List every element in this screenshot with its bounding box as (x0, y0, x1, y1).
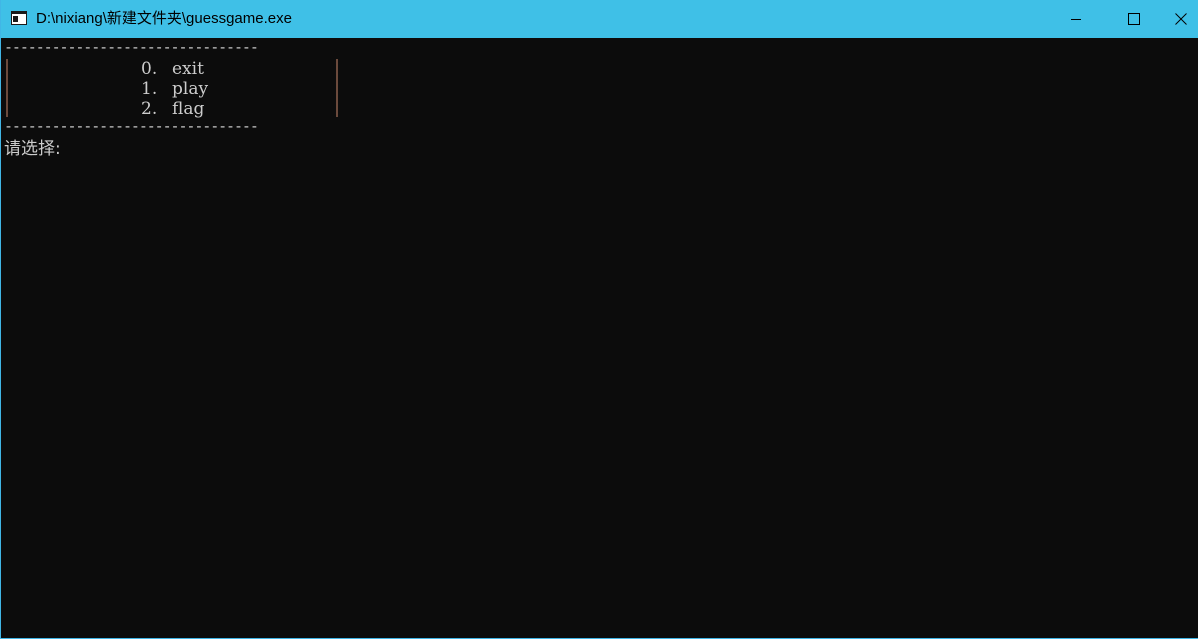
separator-top: -------------------------------- (4, 38, 259, 56)
menu-item-label: play (172, 79, 209, 99)
menu-item-number: 0. (141, 59, 158, 79)
window-title: D:\nixiang\新建文件夹\guessgame.exe (36, 10, 292, 27)
menu-item-label: exit (172, 59, 204, 79)
menu-item-number: 1. (141, 79, 158, 99)
input-prompt: 请选择: (4, 139, 61, 159)
close-icon (1175, 13, 1187, 25)
minimize-icon (1071, 19, 1081, 20)
console-app-icon (11, 11, 27, 25)
title-bar[interactable]: D:\nixiang\新建文件夹\guessgame.exe (1, 0, 1198, 38)
maximize-icon (1128, 13, 1140, 25)
separator-bottom: -------------------------------- (4, 117, 259, 135)
menu-item-play: 1. play (141, 79, 208, 99)
menu-border-left (6, 59, 8, 117)
menu-border-right (336, 59, 338, 117)
menu-item-exit: 0. exit (141, 59, 204, 79)
console-window: D:\nixiang\新建文件夹\guessgame.exe ---------… (0, 0, 1198, 639)
minimize-button[interactable] (1047, 0, 1105, 38)
maximize-button[interactable] (1105, 0, 1163, 38)
console-output[interactable]: -------------------------------- 0. exit … (2, 38, 1198, 638)
close-button[interactable] (1163, 0, 1198, 38)
